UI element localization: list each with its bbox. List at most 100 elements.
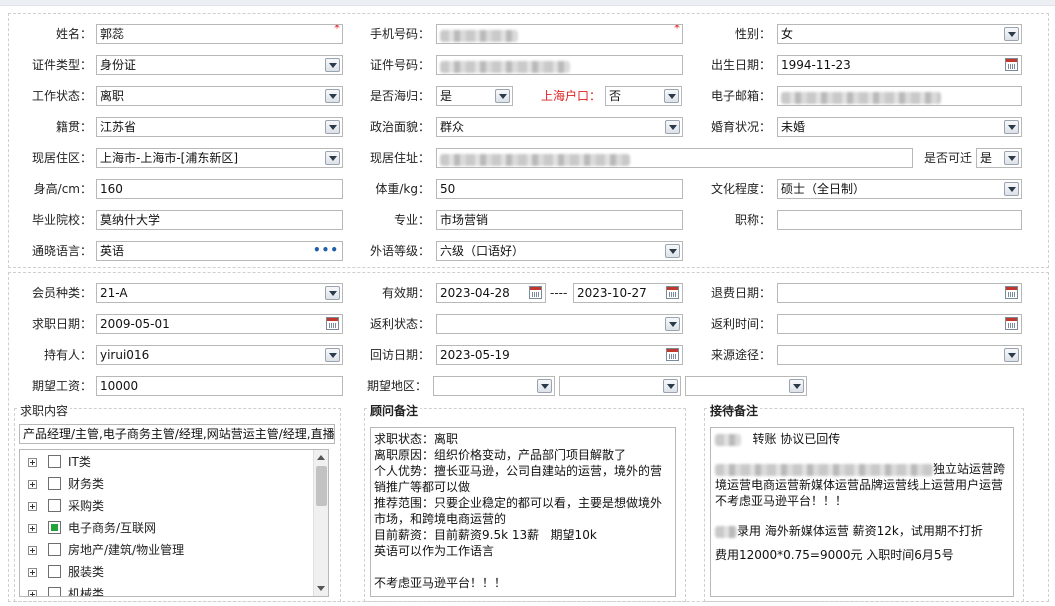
id-number-input[interactable] <box>436 55 683 75</box>
height-input[interactable]: 160 <box>96 179 343 199</box>
gender-select[interactable]: 女 <box>777 24 1022 44</box>
chevron-down-icon[interactable] <box>325 151 340 165</box>
chevron-down-icon[interactable] <box>325 89 340 103</box>
refund-date-input[interactable] <box>777 283 1022 303</box>
calendar-icon[interactable] <box>529 286 542 299</box>
expand-icon[interactable] <box>28 546 37 555</box>
category-checkbox[interactable] <box>48 543 61 556</box>
chevron-down-icon[interactable] <box>665 120 680 134</box>
weight-input[interactable]: 50 <box>436 179 683 199</box>
scroll-down-icon[interactable] <box>317 586 325 591</box>
member-type-select[interactable]: 21-A <box>96 283 343 303</box>
expand-icon[interactable] <box>28 524 37 533</box>
more-options-icon[interactable]: ••• <box>313 242 339 258</box>
expected-area-province-select[interactable] <box>433 376 555 396</box>
scroll-thumb[interactable] <box>316 466 327 506</box>
tree-item[interactable]: 房地产/建筑/物业管理 <box>28 540 308 560</box>
id-type-select[interactable]: 身份证 <box>96 55 343 75</box>
tree-item[interactable]: 采购类 <box>28 496 308 516</box>
redacted-phone <box>440 30 518 42</box>
job-date-label: 求职日期： <box>31 317 92 331</box>
residence-area-select[interactable]: 上海市-上海市-[浦东新区] <box>96 148 343 168</box>
expected-area-district-select[interactable] <box>685 376 807 396</box>
scroll-up-icon[interactable] <box>317 455 325 460</box>
education-select[interactable]: 硕士（全日制） <box>777 179 1022 199</box>
calendar-icon[interactable] <box>666 286 679 299</box>
chevron-down-icon[interactable] <box>1004 151 1019 165</box>
visit-date-label: 回访日期： <box>369 348 430 362</box>
expected-salary-input[interactable]: 10000 <box>96 376 343 396</box>
commute-select[interactable]: 是 <box>976 148 1022 168</box>
chevron-down-icon[interactable] <box>663 379 678 393</box>
tree-scrollbar[interactable] <box>313 450 328 596</box>
expand-icon[interactable] <box>28 480 37 489</box>
tree-item[interactable]: 财务类 <box>28 474 308 494</box>
chevron-down-icon[interactable] <box>325 348 340 362</box>
job-date-input[interactable]: 2009-05-01 <box>96 314 343 334</box>
chevron-down-icon[interactable] <box>665 317 680 331</box>
chevron-down-icon[interactable] <box>325 120 340 134</box>
chevron-down-icon[interactable] <box>1004 348 1019 362</box>
email-input[interactable] <box>777 86 1022 106</box>
category-checkbox[interactable] <box>48 521 61 534</box>
work-status-select[interactable]: 离职 <box>96 86 343 106</box>
phone-input[interactable]: * <box>436 24 683 44</box>
expected-area-city-select[interactable] <box>559 376 681 396</box>
expand-icon[interactable] <box>28 590 37 596</box>
category-label: IT类 <box>68 455 91 469</box>
source-select[interactable] <box>777 345 1022 365</box>
valid-to-input[interactable]: 2023-10-27 <box>573 283 683 303</box>
calendar-icon[interactable] <box>326 317 339 330</box>
calendar-icon[interactable] <box>1005 317 1018 330</box>
language-level-select[interactable]: 六级（口语好） <box>436 241 683 261</box>
school-input[interactable]: 莫纳什大学 <box>96 210 343 230</box>
tree-item[interactable]: 电子商务/互联网 <box>28 518 308 538</box>
political-select[interactable]: 群众 <box>436 117 683 137</box>
category-checkbox[interactable] <box>48 565 61 578</box>
major-input[interactable]: 市场营销 <box>436 210 683 230</box>
reception-notes-textarea[interactable]: 转账 协议已回传 独立站运营跨境运营电商运营新媒体运营品牌运营线上运营用户运营 … <box>710 427 1014 597</box>
rebate-status-select[interactable] <box>436 314 683 334</box>
expand-icon[interactable] <box>28 458 37 467</box>
returnee-select[interactable]: 是 <box>436 86 513 106</box>
tree-item[interactable]: 服装类 <box>28 562 308 582</box>
shanghai-hukou-select[interactable]: 否 <box>605 86 682 106</box>
chevron-down-icon[interactable] <box>789 379 804 393</box>
rebate-time-input[interactable] <box>777 314 1022 334</box>
chevron-down-icon[interactable] <box>664 89 679 103</box>
category-checkbox[interactable] <box>48 499 61 512</box>
category-checkbox[interactable] <box>48 587 61 596</box>
calendar-icon[interactable] <box>1005 286 1018 299</box>
name-input[interactable]: 郭蕊 * <box>96 24 343 44</box>
job-category-tree[interactable]: IT类财务类 采购类 电子商务/互联网 房地产/建筑/物业管理 服装类机械类 <box>19 449 329 597</box>
chevron-down-icon[interactable] <box>325 58 340 72</box>
advisor-notes-textarea[interactable]: 求职状态：离职 离职原因：组织价格变动，产品部门项目解散了 个人优势：擅长亚马逊… <box>370 427 676 597</box>
chevron-down-icon[interactable] <box>665 244 680 258</box>
job-content-summary[interactable]: 产品经理/主管,电子商务主管/经理,网站营运主管/经理,直播 <box>19 424 335 444</box>
holder-select[interactable]: yirui016 <box>96 345 343 365</box>
chevron-down-icon[interactable] <box>1004 27 1019 41</box>
expand-icon[interactable] <box>28 502 37 511</box>
category-checkbox[interactable] <box>48 455 61 468</box>
expand-icon[interactable] <box>28 568 37 577</box>
tree-item[interactable]: 机械类 <box>28 584 308 596</box>
chevron-down-icon[interactable] <box>495 89 510 103</box>
calendar-icon[interactable] <box>1005 58 1018 71</box>
birth-date-input[interactable]: 1994-11-23 <box>777 55 1022 75</box>
calendar-icon[interactable] <box>666 348 679 361</box>
marital-select[interactable]: 未婚 <box>777 117 1022 137</box>
address-input[interactable] <box>436 148 913 168</box>
visit-date-input[interactable]: 2023-05-19 <box>436 345 683 365</box>
tree-item[interactable]: IT类 <box>28 452 308 472</box>
chevron-down-icon[interactable] <box>1004 120 1019 134</box>
language-input[interactable]: 英语 ••• <box>96 241 343 261</box>
expected-area-label: 期望地区： <box>366 379 427 393</box>
chevron-down-icon[interactable] <box>537 379 552 393</box>
chevron-down-icon[interactable] <box>325 286 340 300</box>
valid-from-input[interactable]: 2023-04-28 <box>436 283 546 303</box>
native-place-select[interactable]: 江苏省 <box>96 117 343 137</box>
redacted-address <box>440 154 630 166</box>
title-input[interactable] <box>777 210 1022 230</box>
category-checkbox[interactable] <box>48 477 61 490</box>
chevron-down-icon[interactable] <box>1004 182 1019 196</box>
